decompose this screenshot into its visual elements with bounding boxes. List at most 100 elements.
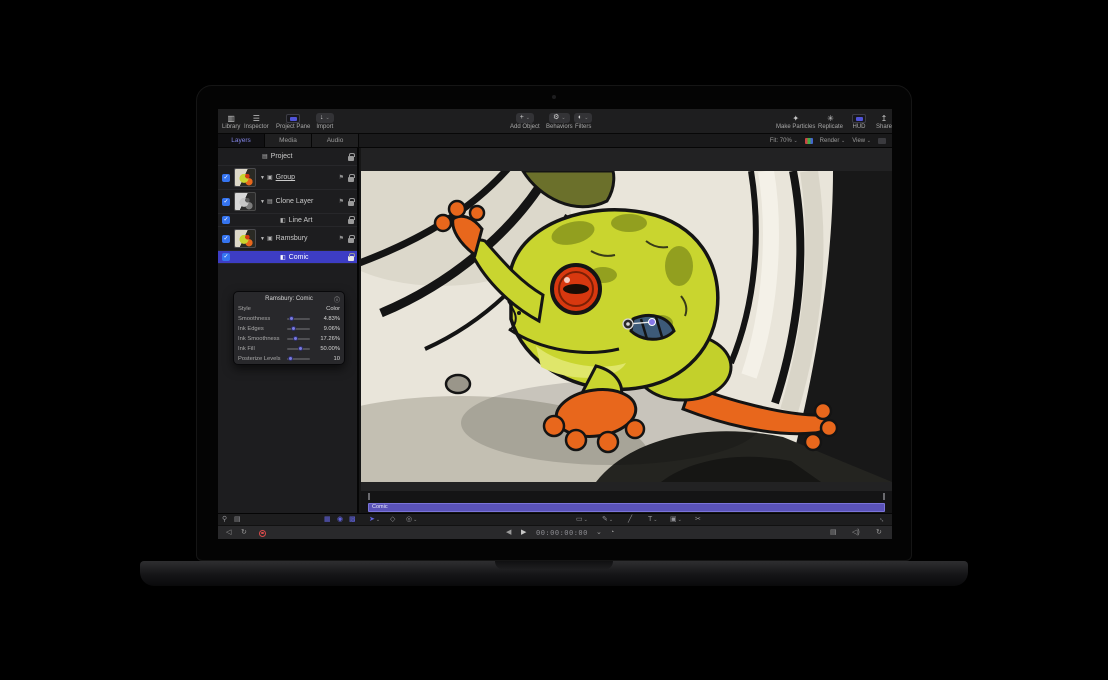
layer-thumbnail — [234, 229, 256, 248]
layer-row-group[interactable]: ✓ ▼ ▣ Group ⚑ — [218, 166, 357, 190]
filter-icon: ◧ — [280, 217, 286, 224]
ink-fill-slider[interactable] — [287, 348, 310, 350]
ink-smoothness-slider[interactable] — [287, 338, 310, 340]
lock-icon[interactable] — [348, 219, 354, 224]
zoom-level-select[interactable]: Fit: 70% ⌄ — [770, 138, 798, 144]
hud-button[interactable]: HUD — [852, 110, 866, 133]
record-button[interactable] — [259, 530, 266, 537]
style-select[interactable]: Color — [313, 306, 340, 312]
hud-row-ink-fill: Ink Fill 50.00% — [238, 344, 340, 354]
view-menu[interactable]: View ⌄ — [852, 138, 871, 144]
layer-row-project[interactable]: ▤ Project — [218, 148, 357, 166]
playhead-marker[interactable] — [368, 493, 370, 500]
out-point-marker[interactable] — [883, 493, 885, 500]
lock-icon[interactable] — [348, 177, 354, 182]
render-menu[interactable]: Render ⌄ — [820, 138, 846, 144]
timecode-display[interactable]: 00:00:00:00 — [536, 526, 588, 539]
lock-icon[interactable] — [348, 156, 354, 161]
timeline-clip-comic[interactable]: Comic — [368, 503, 885, 512]
transport-bar: ◁ ↻ ◀ ▶ 00:00:00:00 ⌄ ◔ ▤ ◁) ↻ — [218, 525, 892, 539]
clock-icon[interactable]: ◔ — [610, 526, 614, 539]
isolate-icon[interactable]: ⚑ — [339, 175, 344, 181]
play-button[interactable]: ▶ — [521, 526, 526, 539]
hud-row-ink-smoothness: Ink Smoothness 17.26% — [238, 334, 340, 344]
mini-timeline[interactable]: Comic — [361, 491, 892, 513]
top-toolbar: ▥ Library ☰ Inspector Project Pane ↓ ⌄ I… — [218, 109, 892, 134]
hud-row-ink-edges: Ink Edges 9.06% — [238, 324, 340, 334]
group-icon: ▣ — [267, 174, 273, 181]
disclosure-icon[interactable]: ▼ — [260, 199, 265, 205]
previous-frame-button[interactable]: ◀ — [506, 526, 511, 539]
replicate-button[interactable]: ✳ Replicate — [818, 110, 843, 133]
layer-row-ramsbury[interactable]: ✓ ▼ ▣ Ramsbury ⚑ — [218, 227, 357, 251]
layer-row-comic-selected[interactable]: ✓ ◧ Comic — [218, 251, 357, 264]
disclosure-icon[interactable]: ▼ — [260, 236, 265, 242]
filters-button[interactable]: ◐ ⌄ Filters — [574, 110, 592, 133]
project-doc-icon: ▤ — [262, 153, 268, 160]
hud-row-smoothness: Smoothness 4.83% — [238, 314, 340, 324]
lock-icon[interactable] — [348, 201, 354, 206]
layer-checkbox[interactable]: ✓ — [222, 198, 230, 206]
layer-checkbox[interactable]: ✓ — [222, 174, 230, 182]
loop-icon[interactable]: ↻ — [876, 526, 882, 539]
channels-icon[interactable] — [805, 138, 813, 144]
filters-icon: ◐ ⌄ — [574, 113, 592, 123]
layer-checkbox[interactable]: ✓ — [222, 253, 230, 261]
hud-panel[interactable]: Ramsbury: Comic ⓘ Style Color Smoothness… — [233, 291, 345, 365]
inspector-button[interactable]: ☰ Inspector — [244, 110, 269, 133]
hud-title: Ramsbury: Comic ⓘ — [238, 294, 340, 304]
isolate-icon[interactable]: ⚑ — [339, 236, 344, 242]
library-icon: ▥ — [227, 114, 235, 123]
import-button[interactable]: ↓ ⌄ Import — [316, 110, 334, 133]
ink-edges-slider[interactable] — [287, 328, 310, 330]
film-render-icon[interactable]: ▤ — [830, 526, 837, 539]
lock-icon[interactable] — [348, 256, 354, 261]
loop-playback-icon[interactable]: ↻ — [241, 526, 247, 539]
tab-audio[interactable]: Audio — [312, 134, 359, 147]
share-icon: ↥ — [881, 114, 888, 123]
isolate-icon[interactable]: ⚑ — [339, 199, 344, 205]
posterize-levels-slider[interactable] — [287, 358, 310, 360]
tab-layers[interactable]: Layers — [218, 134, 265, 147]
layer-checkbox[interactable]: ✓ — [222, 235, 230, 243]
layer-row-line-art[interactable]: ✓ ◧ Line Art — [218, 214, 357, 227]
import-icon: ↓ ⌄ — [316, 113, 334, 123]
smoothness-slider[interactable] — [287, 318, 310, 320]
lock-icon[interactable] — [348, 238, 354, 243]
behaviors-button[interactable]: ⚙ ⌄ Behaviors — [546, 110, 573, 133]
pane-tabs-row: Layers Media Audio Fit: 70% ⌄ Render ⌄ V… — [218, 134, 892, 148]
timecode-menu-chevron-icon[interactable]: ⌄ — [596, 526, 602, 539]
canvas-viewport[interactable] — [361, 148, 892, 491]
hud-row-posterize-levels: Posterize Levels 10 — [238, 354, 340, 364]
stage: ▥ Library ☰ Inspector Project Pane ↓ ⌄ I… — [0, 0, 1108, 680]
share-button[interactable]: ↥ Share — [876, 110, 892, 133]
tools-bar: ⚲ ▤ ▦ ◉ ▩ ➤⌄ ◇ ◎⌄ ▭⌄ ✎⌄ ╱ T⌄ ▣⌄ ✂ ↔ — [218, 513, 892, 525]
info-icon[interactable]: ⓘ — [334, 295, 340, 304]
motion-app-window: ▥ Library ☰ Inspector Project Pane ↓ ⌄ I… — [218, 109, 892, 539]
laptop-lid: ▥ Library ☰ Inspector Project Pane ↓ ⌄ I… — [196, 85, 912, 561]
hud-icon — [852, 114, 866, 123]
add-object-button[interactable]: + ⌄ Add Object — [510, 110, 540, 133]
disclosure-icon[interactable]: ▼ — [260, 175, 265, 181]
layer-row-clone-layer[interactable]: ✓ ▼ ▤ Clone Layer ⚑ — [218, 190, 357, 214]
library-button[interactable]: ▥ Library — [222, 110, 240, 133]
mute-icon[interactable]: ◁ — [226, 526, 231, 539]
laptop-base — [140, 561, 968, 586]
layer-thumbnail — [234, 168, 256, 187]
layer-thumbnail — [234, 192, 256, 211]
clone-icon: ▤ — [267, 198, 273, 205]
make-particles-icon: ✦ — [792, 114, 799, 123]
hud-row-style: Style Color — [238, 304, 340, 314]
inspector-icon: ☰ — [253, 114, 260, 123]
project-pane-icon — [286, 114, 300, 123]
layout-icon[interactable] — [878, 138, 886, 144]
make-particles-button[interactable]: ✦ Make Particles — [776, 110, 815, 133]
view-options-bar: Fit: 70% ⌄ Render ⌄ View ⌄ — [770, 134, 892, 147]
behaviors-gear-icon: ⚙ ⌄ — [549, 113, 569, 123]
webcam-icon — [552, 95, 556, 99]
speaker-icon[interactable]: ◁) — [852, 526, 860, 539]
tab-media[interactable]: Media — [265, 134, 312, 147]
project-pane-button[interactable]: Project Pane — [276, 110, 310, 133]
layer-checkbox[interactable]: ✓ — [222, 216, 230, 224]
add-object-icon: + ⌄ — [516, 113, 534, 123]
